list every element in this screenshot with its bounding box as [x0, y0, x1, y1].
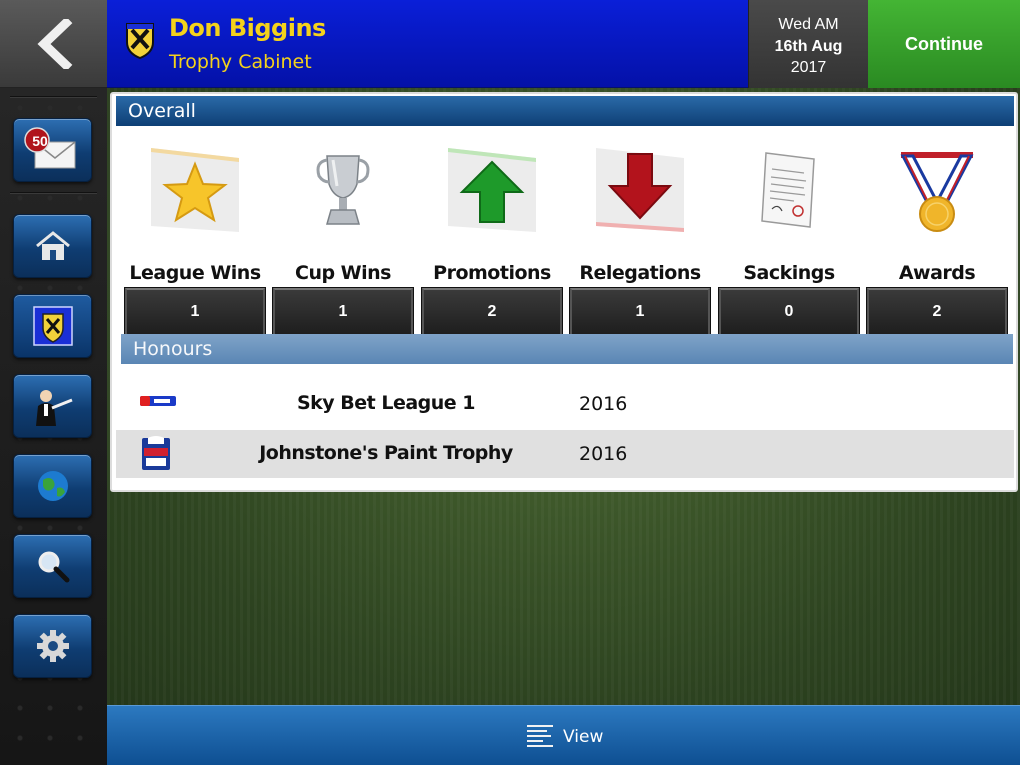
document-icon — [761, 152, 815, 228]
inbox-count-badge: 50 — [32, 133, 48, 149]
club-badge-icon — [126, 23, 154, 60]
medal-icon — [900, 152, 974, 232]
globe-icon — [37, 471, 68, 501]
club-crest-icon — [32, 306, 73, 346]
back-arrow-icon — [36, 18, 72, 69]
honour-year: 2016 — [579, 393, 628, 415]
up-arrow-icon — [448, 148, 536, 232]
stat-value: 2 — [867, 288, 1007, 336]
continue-button[interactable]: Continue — [868, 0, 1020, 88]
page-title: Trophy Cabinet — [169, 51, 312, 73]
stat-label: Promotions — [433, 262, 551, 284]
stat-value: 1 — [125, 288, 265, 336]
honour-competition: Sky Bet League 1 — [296, 392, 476, 414]
stat-value: 0 — [719, 288, 859, 336]
overall-section-header: Overall — [116, 96, 1014, 126]
sidebar-item-settings[interactable] — [13, 614, 92, 678]
stat-label: Awards — [898, 262, 976, 284]
stat-cup-wins: Cup Wins 1 — [273, 142, 413, 336]
stat-label: Relegations — [579, 262, 701, 284]
game-day: Wed AM — [778, 16, 839, 33]
stat-awards: Awards 2 — [867, 142, 1007, 336]
trophy-icon — [316, 155, 370, 225]
sidebar-item-club[interactable] — [13, 294, 92, 358]
stat-promotions: Promotions 2 — [422, 142, 562, 336]
stat-relegations: Relegations 1 — [570, 142, 710, 336]
honour-row[interactable]: Sky Bet League 1 2016 — [116, 380, 1014, 428]
sidebar-divider — [10, 96, 97, 98]
magnifier-icon — [38, 551, 69, 583]
honour-row[interactable]: Johnstone's Paint Trophy 2016 — [116, 430, 1014, 478]
stat-label: Cup Wins — [295, 262, 392, 284]
honour-year: 2016 — [579, 443, 628, 465]
stat-sackings: Sackings 0 — [719, 142, 859, 336]
stat-label: Sackings — [743, 262, 835, 284]
stat-value: 1 — [570, 288, 710, 336]
view-button[interactable]: View — [525, 722, 603, 752]
gear-icon — [36, 630, 69, 662]
trophy-cabinet-panel: Overall League Wins 1 Cup Wins 1 Promoti… — [110, 92, 1018, 492]
stat-value: 2 — [422, 288, 562, 336]
star-icon — [151, 148, 239, 232]
sidebar-divider — [10, 192, 97, 194]
home-icon — [35, 231, 70, 260]
honours-section-header: Honours — [121, 334, 1013, 364]
sidebar: 50 — [0, 88, 107, 765]
list-lines-icon — [527, 725, 553, 747]
game-year: 2017 — [790, 59, 827, 76]
johnstones-paint-logo-icon — [142, 436, 170, 470]
stat-label: League Wins — [129, 262, 261, 284]
sidebar-item-home[interactable] — [13, 214, 92, 278]
sidebar-item-inbox[interactable]: 50 — [13, 118, 92, 182]
honour-competition: Johnstone's Paint Trophy — [259, 442, 513, 464]
stat-value: 1 — [273, 288, 413, 336]
bottom-bar: View — [107, 705, 1020, 765]
sidebar-item-world[interactable] — [13, 454, 92, 518]
view-label: View — [563, 727, 604, 747]
stat-league-wins: League Wins 1 — [125, 142, 265, 336]
header: Don Biggins Trophy Cabinet — [107, 0, 748, 88]
date-panel: Wed AM 16th Aug 2017 — [748, 0, 868, 88]
sidebar-item-search[interactable] — [13, 534, 92, 598]
down-arrow-icon — [596, 148, 684, 232]
sidebar-item-manager[interactable] — [13, 374, 92, 438]
manager-icon — [35, 390, 73, 426]
game-date: 16th Aug — [774, 37, 843, 55]
sky-bet-logo-icon — [140, 396, 176, 406]
manager-name: Don Biggins — [169, 14, 326, 42]
back-button[interactable] — [0, 0, 107, 88]
